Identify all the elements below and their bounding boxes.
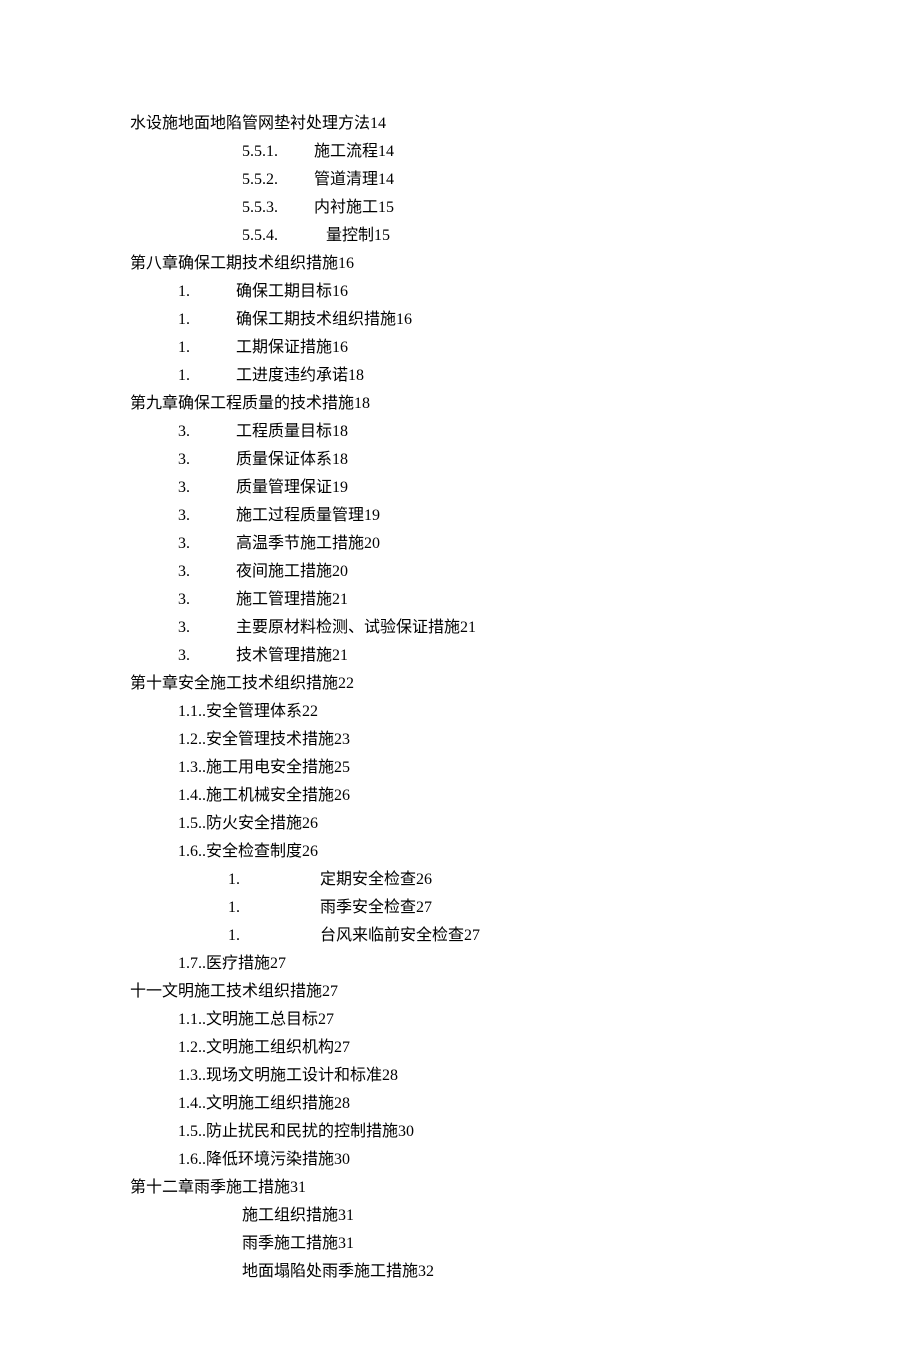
toc-entry: 1.定期安全检查26 bbox=[130, 866, 790, 894]
toc-entry: 1.6..安全检查制度26 bbox=[130, 838, 790, 866]
toc-number: 1. bbox=[178, 362, 236, 390]
toc-entry: 施工组织措施31 bbox=[130, 1202, 790, 1230]
toc-entry: 1.工期保证措施16 bbox=[130, 334, 790, 362]
toc-entry: 3.夜间施工措施20 bbox=[130, 558, 790, 586]
toc-number: 1. bbox=[178, 334, 236, 362]
toc-entry: 5.5.1.施工流程14 bbox=[130, 138, 790, 166]
toc-number: 1. bbox=[228, 894, 320, 922]
toc-number: 3. bbox=[178, 586, 236, 614]
toc-number: 1. bbox=[178, 278, 236, 306]
toc-text: 量控制15 bbox=[314, 227, 390, 244]
toc-chapter: 十一文明施工技术组织措施27 bbox=[130, 978, 790, 1006]
toc-chapter: 第十二章雨季施工措施31 bbox=[130, 1174, 790, 1202]
toc-text: 技术管理措施21 bbox=[236, 647, 348, 664]
toc-entry: 5.5.2.管道清理14 bbox=[130, 166, 790, 194]
toc-entry: 1.1..安全管理体系22 bbox=[130, 698, 790, 726]
toc-number: 3. bbox=[178, 558, 236, 586]
toc-text: 确保工期技术组织措施16 bbox=[236, 311, 412, 328]
toc-entry: 1.5..防止扰民和民扰的控制措施30 bbox=[130, 1118, 790, 1146]
toc-entry: 3.技术管理措施21 bbox=[130, 642, 790, 670]
toc-entry: 1.4..文明施工组织措施28 bbox=[130, 1090, 790, 1118]
toc-entry: 3.主要原材料检测、试验保证措施21 bbox=[130, 614, 790, 642]
toc-number: 3. bbox=[178, 446, 236, 474]
toc-entry: 1.2..安全管理技术措施23 bbox=[130, 726, 790, 754]
toc-text: 施工流程14 bbox=[314, 143, 394, 160]
toc-text: 管道清理14 bbox=[314, 171, 394, 188]
toc-entry: 1.6..降低环境污染措施30 bbox=[130, 1146, 790, 1174]
toc-text: 工进度违约承诺18 bbox=[236, 367, 364, 384]
toc-entry: 1.工进度违约承诺18 bbox=[130, 362, 790, 390]
toc-chapter: 第八章确保工期技术组织措施16 bbox=[130, 250, 790, 278]
toc-entry: 3.施工过程质量管理19 bbox=[130, 502, 790, 530]
toc-entry: 1.7..医疗措施27 bbox=[130, 950, 790, 978]
toc-number: 5.5.4. bbox=[242, 222, 314, 250]
toc-entry: 3.质量管理保证19 bbox=[130, 474, 790, 502]
toc-text: 确保工期目标16 bbox=[236, 283, 348, 300]
toc-text: 台风来临前安全检查27 bbox=[320, 927, 480, 944]
toc-number: 1. bbox=[178, 306, 236, 334]
toc-entry: 水设施地面地陷管网垫衬处理方法14 bbox=[130, 110, 790, 138]
toc-text: 质量保证体系18 bbox=[236, 451, 348, 468]
toc-entry: 地面塌陷处雨季施工措施32 bbox=[130, 1258, 790, 1286]
toc-text: 夜间施工措施20 bbox=[236, 563, 348, 580]
toc-number: 3. bbox=[178, 614, 236, 642]
toc-chapter: 第十章安全施工技术组织措施22 bbox=[130, 670, 790, 698]
toc-number: 3. bbox=[178, 418, 236, 446]
toc-number: 3. bbox=[178, 502, 236, 530]
toc-text: 高温季节施工措施20 bbox=[236, 535, 380, 552]
toc-text: 施工管理措施21 bbox=[236, 591, 348, 608]
toc-number: 3. bbox=[178, 530, 236, 558]
toc-entry: 3.高温季节施工措施20 bbox=[130, 530, 790, 558]
toc-text: 工期保证措施16 bbox=[236, 339, 348, 356]
toc-entry: 1.3..现场文明施工设计和标准28 bbox=[130, 1062, 790, 1090]
toc-text: 施工过程质量管理19 bbox=[236, 507, 380, 524]
toc-entry: 1.确保工期目标16 bbox=[130, 278, 790, 306]
toc-entry: 5.5.4. 量控制15 bbox=[130, 222, 790, 250]
toc-entry: 3.施工管理措施21 bbox=[130, 586, 790, 614]
toc-entry: 1.5..防火安全措施26 bbox=[130, 810, 790, 838]
toc-entry: 1.台风来临前安全检查27 bbox=[130, 922, 790, 950]
toc-number: 3. bbox=[178, 642, 236, 670]
toc-entry: 5.5.3.内衬施工15 bbox=[130, 194, 790, 222]
toc-number: 5.5.2. bbox=[242, 166, 314, 194]
toc-entry: 雨季施工措施31 bbox=[130, 1230, 790, 1258]
toc-entry: 1.4..施工机械安全措施26 bbox=[130, 782, 790, 810]
toc-entry: 1.2..文明施工组织机构27 bbox=[130, 1034, 790, 1062]
toc-number: 1. bbox=[228, 866, 320, 894]
toc-text: 定期安全检查26 bbox=[320, 871, 432, 888]
toc-chapter: 第九章确保工程质量的技术措施18 bbox=[130, 390, 790, 418]
toc-entry: 1.3..施工用电安全措施25 bbox=[130, 754, 790, 782]
toc-text: 工程质量目标18 bbox=[236, 423, 348, 440]
toc-text: 内衬施工15 bbox=[314, 199, 394, 216]
toc-entry: 1.1..文明施工总目标27 bbox=[130, 1006, 790, 1034]
toc-number: 5.5.3. bbox=[242, 194, 314, 222]
toc-text: 雨季安全检查27 bbox=[320, 899, 432, 916]
toc-number: 3. bbox=[178, 474, 236, 502]
toc-entry: 3.工程质量目标18 bbox=[130, 418, 790, 446]
toc-entry: 1.确保工期技术组织措施16 bbox=[130, 306, 790, 334]
toc-number: 5.5.1. bbox=[242, 138, 314, 166]
toc-entry: 1.雨季安全检查27 bbox=[130, 894, 790, 922]
toc-text: 质量管理保证19 bbox=[236, 479, 348, 496]
toc-entry: 3.质量保证体系18 bbox=[130, 446, 790, 474]
toc-number: 1. bbox=[228, 922, 320, 950]
toc-text: 主要原材料检测、试验保证措施21 bbox=[236, 619, 476, 636]
